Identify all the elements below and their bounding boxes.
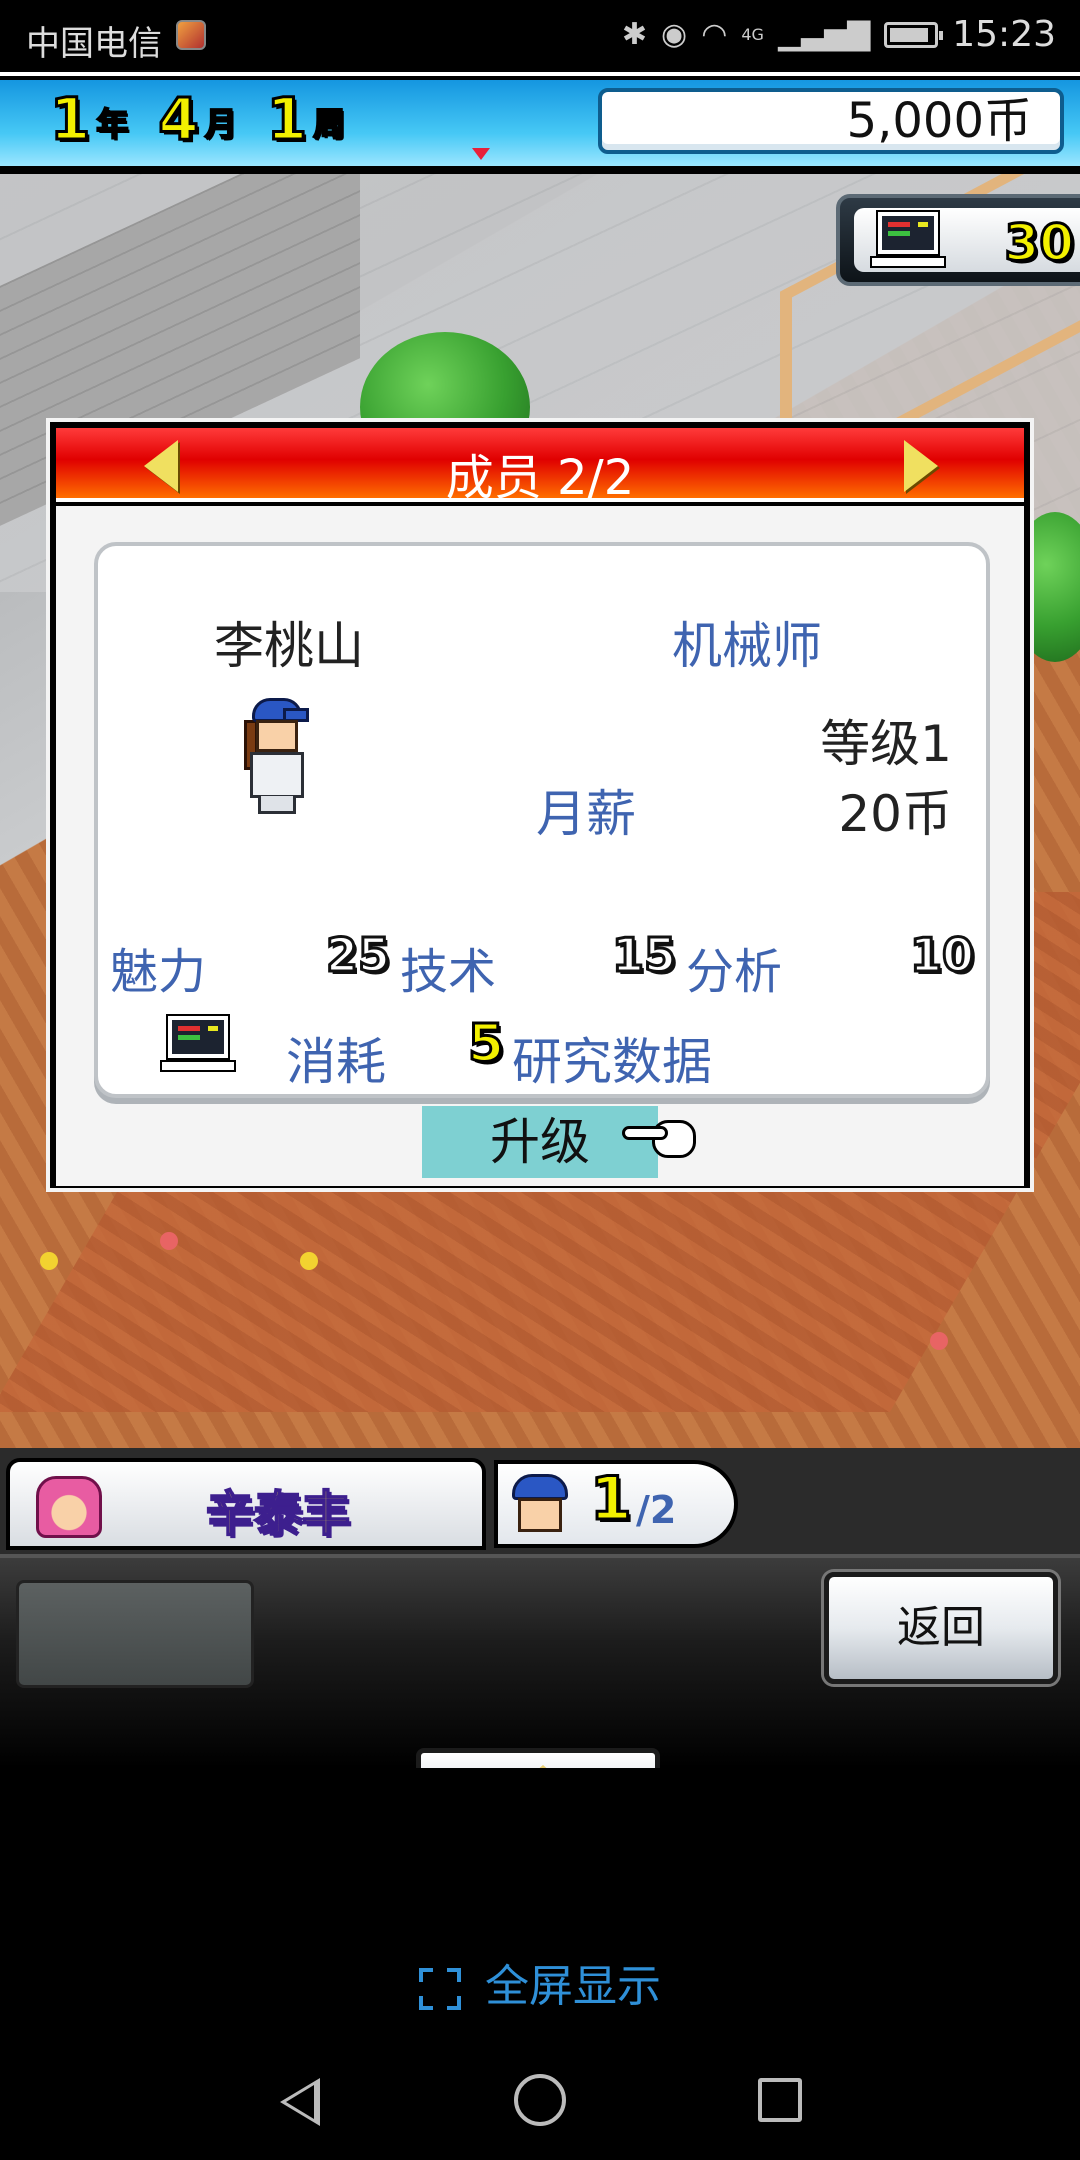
leader-tab[interactable]: 辛泰丰 <box>6 1458 486 1550</box>
member-name: 李桃山 <box>214 617 364 675</box>
status-icons: ✱ ◉ ◠ 4G ▁▃▅▇ 15:23 <box>622 14 1056 55</box>
crew-tab[interactable]: 1 /2 <box>494 1460 738 1548</box>
next-member-arrow-icon[interactable] <box>904 440 938 492</box>
date-dropdown-icon[interactable] <box>472 148 490 160</box>
dialog-body: 李桃山 机械师 等级1 月薪 20币 魅力 25 技术 15 分析 10 消耗 … <box>56 506 1024 1186</box>
tech-value: 15 <box>610 927 677 984</box>
charm-label: 魅力 <box>110 944 207 1000</box>
research-data-widget[interactable]: 30 <box>836 194 1080 286</box>
leader-name: 辛泰丰 <box>205 1485 351 1543</box>
eye-comfort-icon: ◉ <box>661 17 688 52</box>
analysis-label: 分析 <box>686 944 783 1000</box>
month-unit: 月 <box>204 104 238 144</box>
app-notification-icon <box>176 20 206 50</box>
empty-slot-button[interactable] <box>16 1580 254 1688</box>
year-value: 1 <box>48 84 91 155</box>
fullscreen-label: 全屏显示 <box>485 1961 661 2012</box>
chevron-up-icon <box>513 1765 573 1768</box>
salary-label: 月薪 <box>536 785 636 843</box>
fullscreen-link[interactable]: 全屏显示 <box>0 1950 1080 2014</box>
fullscreen-icon <box>419 1968 461 2010</box>
wifi-icon: ◠ <box>701 17 728 52</box>
bottom-panel: 辛泰丰 1 /2 返回 <box>0 1448 1080 1768</box>
dialog-header: 成员 2/2 <box>56 428 1024 506</box>
week-value: 1 <box>265 84 308 155</box>
back-button[interactable]: 返回 <box>824 1572 1058 1684</box>
computer-icon <box>160 1014 236 1074</box>
year-unit: 年 <box>95 104 129 144</box>
tech-label: 技术 <box>400 944 497 1000</box>
money-display: 5,000币 <box>598 88 1064 154</box>
dialog-title: 成员 2/2 <box>445 450 635 506</box>
member-job: 机械师 <box>672 617 822 675</box>
consume-unit: 研究数据 <box>512 1033 712 1091</box>
home-icon[interactable] <box>514 2074 566 2126</box>
pointing-hand-icon <box>622 1116 700 1160</box>
consume-label: 消耗 <box>286 1033 386 1091</box>
research-data-count: 30 <box>1003 213 1076 274</box>
analysis-value: 10 <box>908 927 975 984</box>
salary-value: 20币 <box>838 785 952 843</box>
research-data-panel: 30 <box>854 208 1080 274</box>
carrier-label: 中国电信 <box>26 24 162 64</box>
flower-icon <box>160 1232 178 1250</box>
week-unit: 周 <box>312 104 346 144</box>
computer-icon <box>870 210 946 270</box>
recent-apps-icon[interactable] <box>758 2078 802 2122</box>
game-date[interactable]: 1 年 4 月 1 周 <box>48 84 369 155</box>
consume-value: 5 <box>466 1013 505 1076</box>
crew-total: /2 <box>636 1488 677 1532</box>
month-value: 4 <box>157 84 200 155</box>
system-nav-bar <box>0 2040 1080 2160</box>
network-type-label: 4G <box>741 25 764 44</box>
bluetooth-icon: ✱ <box>621 17 647 52</box>
back-icon[interactable] <box>280 2078 320 2126</box>
crew-avatar-icon <box>506 1472 572 1536</box>
game-viewport[interactable]: 1 年 4 月 1 周 5,000币 30 成员 2/2 李桃山 机械师 等级1… <box>0 72 1080 1768</box>
member-card: 李桃山 机械师 等级1 月薪 20币 魅力 25 技术 15 分析 10 消耗 … <box>94 542 990 1098</box>
flower-icon <box>930 1332 948 1350</box>
status-bar: 中国电信 ✱ ◉ ◠ 4G ▁▃▅▇ 15:23 <box>0 0 1080 72</box>
member-avatar-icon <box>240 698 312 818</box>
battery-icon <box>884 21 944 48</box>
flower-icon <box>40 1252 58 1270</box>
flower-icon <box>300 1252 318 1270</box>
charm-value: 25 <box>324 927 391 984</box>
member-level: 等级1 <box>820 715 952 773</box>
clock: 15:23 <box>952 14 1056 55</box>
leader-avatar-icon <box>36 1476 102 1538</box>
member-dialog: 成员 2/2 李桃山 机械师 等级1 月薪 20币 魅力 25 技术 15 分析… <box>46 418 1034 1192</box>
signal-icon: ▁▃▅▇ <box>777 17 871 52</box>
expand-menu-button[interactable] <box>416 1748 660 1768</box>
top-bar: 1 年 4 月 1 周 5,000币 <box>0 72 1080 174</box>
crew-current: 1 <box>589 1463 634 1536</box>
